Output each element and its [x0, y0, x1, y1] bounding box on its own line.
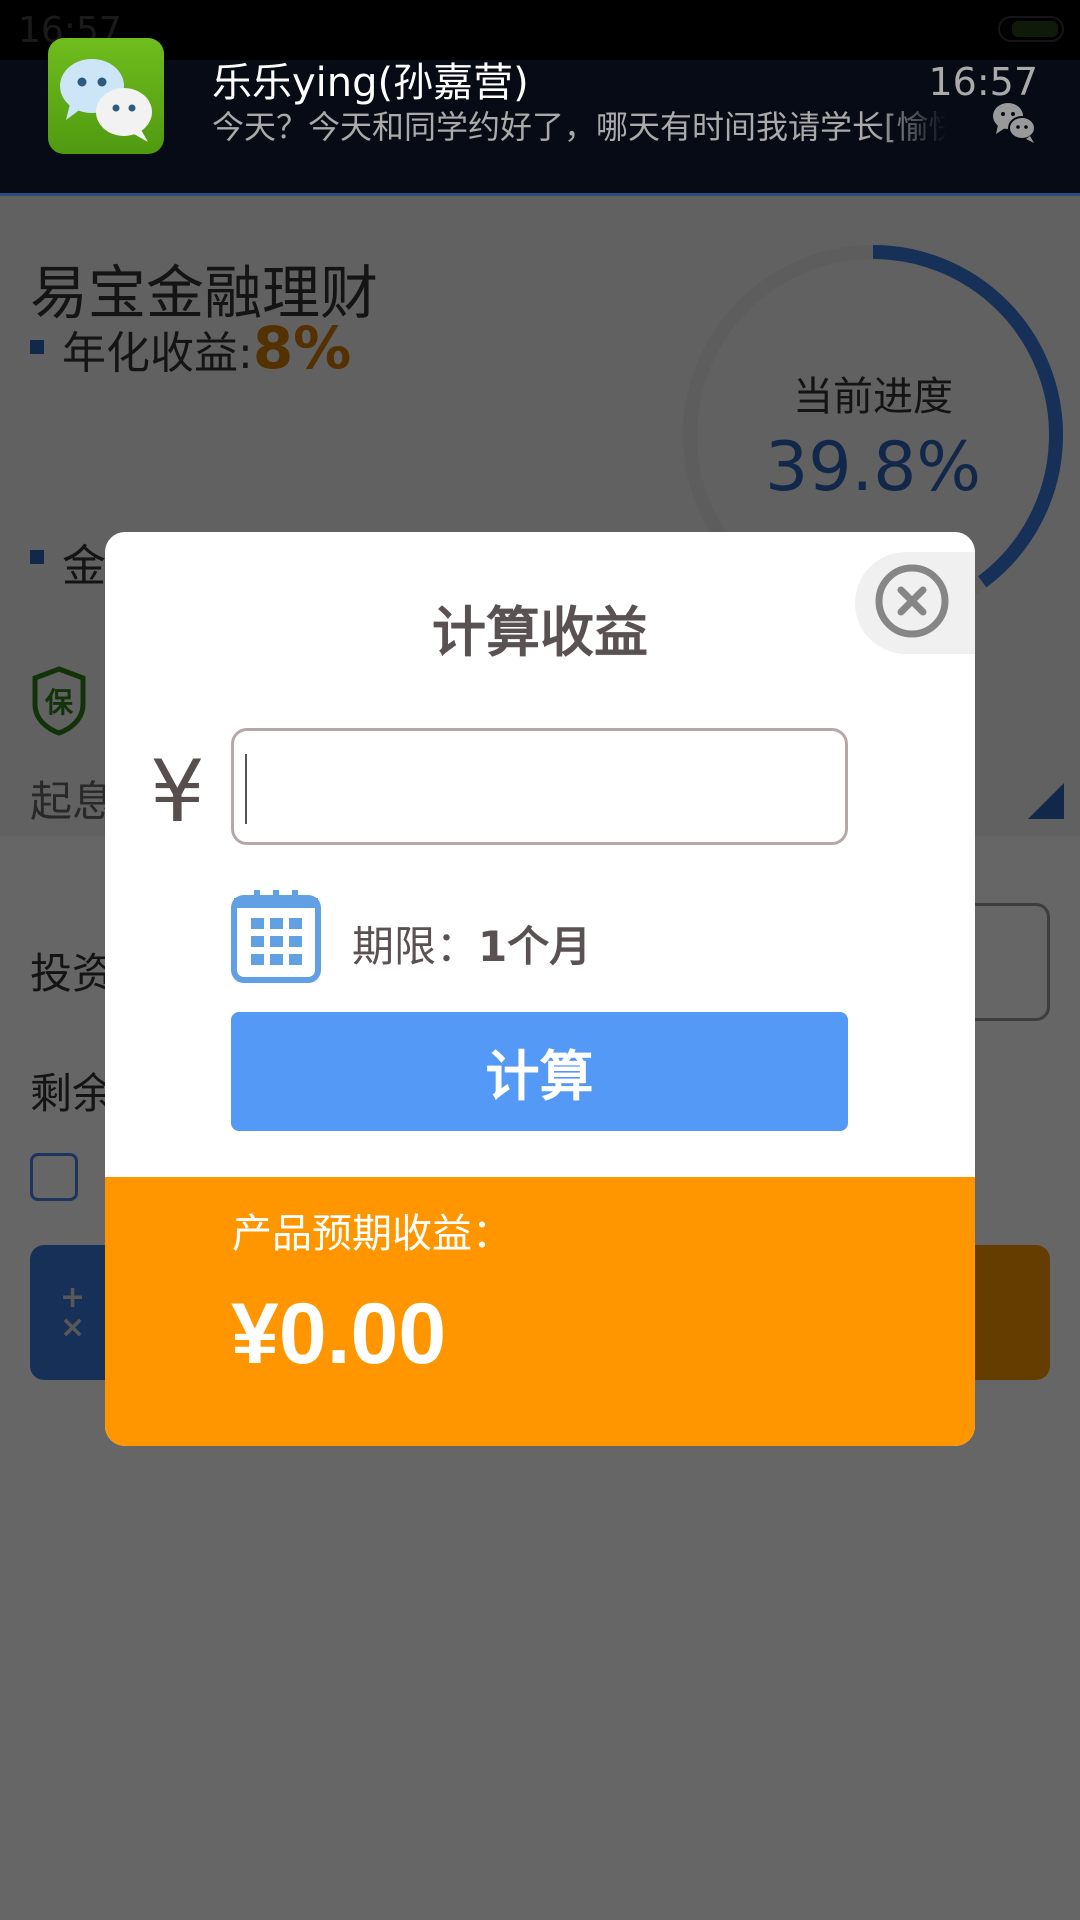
wechat-icon	[48, 38, 164, 154]
text-cursor	[245, 754, 247, 824]
battery-icon	[998, 16, 1064, 42]
expected-income-label: 产品预期收益：	[232, 1211, 512, 1257]
term-label[interactable]: 期限：1个月	[352, 913, 591, 974]
close-circle-icon	[875, 564, 949, 638]
term-value: 1个月	[478, 922, 592, 971]
result-panel: 产品预期收益： ¥0.00	[105, 1177, 975, 1446]
term-label-text: 期限：	[352, 922, 479, 971]
currency-symbol: ¥	[150, 742, 205, 842]
notification-sender: 乐乐ying(孙嘉营)	[212, 60, 529, 106]
notification-banner[interactable]: 乐乐ying(孙嘉营) 今天？今天和同学约好了，哪天有时间我请学长[愉快] 16…	[0, 38, 1080, 196]
amount-input[interactable]	[231, 728, 848, 845]
notification-time: 16:57	[928, 60, 1038, 104]
wechat-small-icon	[993, 103, 1036, 143]
expected-income-value: ¥0.00	[231, 1286, 447, 1382]
close-button[interactable]	[855, 552, 975, 654]
calendar-icon	[231, 890, 321, 983]
notification-message: 今天？今天和同学约好了，哪天有时间我请学长[愉快]	[212, 108, 947, 146]
dialog-title: 计算收益	[432, 601, 648, 664]
calculate-income-dialog: 计算收益 ¥ 期限：1个月 计算 产品预期收益： ¥0.00	[105, 532, 975, 1446]
calculate-button[interactable]: 计算	[231, 1012, 848, 1131]
